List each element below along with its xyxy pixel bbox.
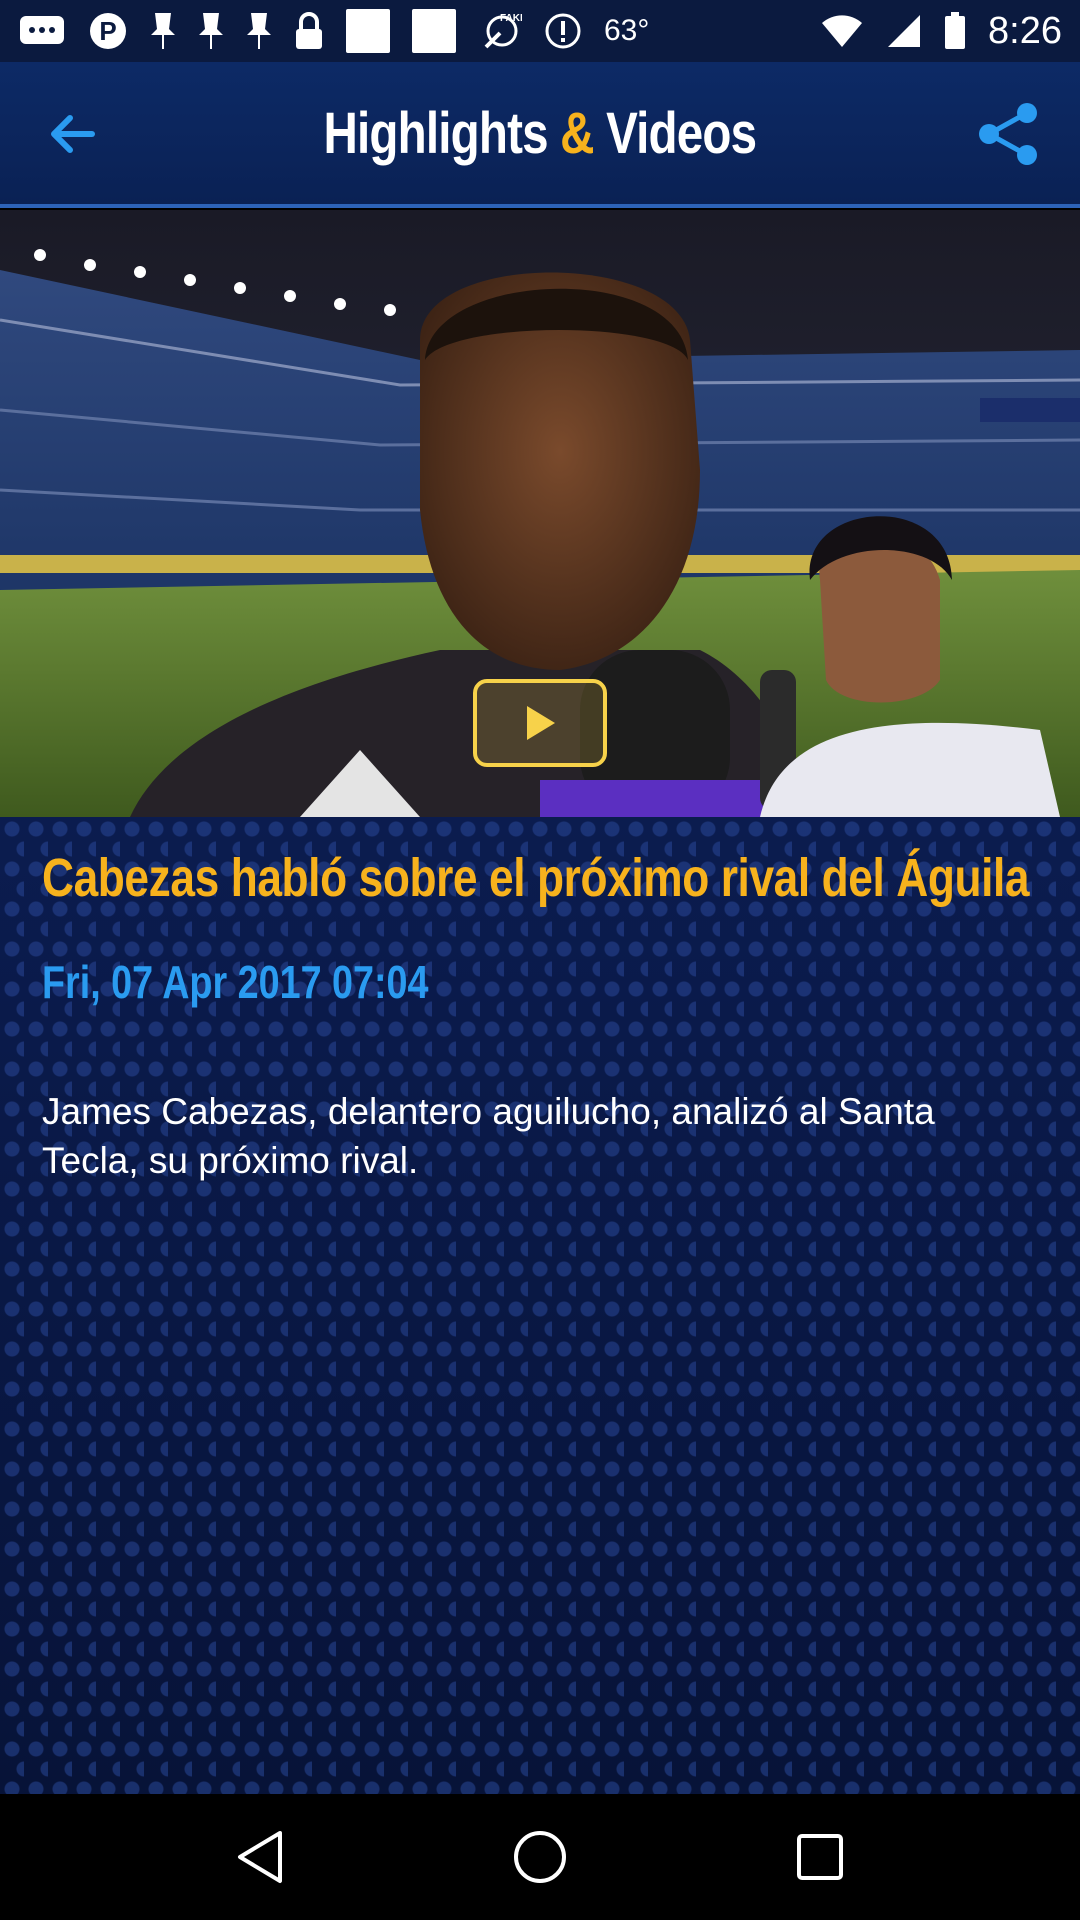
pin-icon xyxy=(150,11,176,51)
article-content: Cabezas habló sobre el próximo rival del… xyxy=(0,817,1080,1794)
app-header: Highlights & Videos xyxy=(0,62,1080,208)
pin-icon xyxy=(246,11,272,51)
system-nav-bar xyxy=(0,1794,1080,1920)
page-title: Highlights & Videos xyxy=(323,100,758,167)
nav-home-button[interactable] xyxy=(495,1812,585,1902)
image-icon xyxy=(346,9,390,53)
page-title-part2: Videos xyxy=(593,100,757,166)
share-icon xyxy=(979,103,1037,165)
fake-gps-icon: FAKE xyxy=(478,9,522,53)
svg-text:FAKE: FAKE xyxy=(500,13,522,24)
clock: 8:26 xyxy=(988,9,1062,52)
article-date: Fri, 07 Apr 2017 07:04 xyxy=(42,956,429,1008)
nav-recents-button[interactable] xyxy=(775,1812,865,1902)
status-bar: P FAKE 63° 8:26 xyxy=(0,0,1080,62)
lock-icon xyxy=(294,11,324,51)
nav-recents-icon xyxy=(797,1834,843,1880)
image-icon xyxy=(412,9,456,53)
nav-back-icon xyxy=(238,1831,282,1883)
article-title: Cabezas habló sobre el próximo rival del… xyxy=(42,848,1030,908)
play-icon xyxy=(527,706,555,740)
pinterest-icon: P xyxy=(88,11,128,51)
signal-icon xyxy=(886,13,922,49)
battery-icon xyxy=(944,12,966,50)
back-arrow-icon xyxy=(51,115,95,153)
play-button[interactable] xyxy=(473,679,607,767)
status-system: 8:26 xyxy=(820,10,1062,53)
nav-back-button[interactable] xyxy=(215,1812,305,1902)
svg-text:P: P xyxy=(99,16,116,46)
page-title-part1: Highlights xyxy=(323,100,561,166)
back-button[interactable] xyxy=(44,106,100,162)
info-icon xyxy=(544,12,582,50)
pin-icon xyxy=(198,11,224,51)
video-thumbnail[interactable] xyxy=(0,210,1080,817)
nav-home-icon xyxy=(514,1831,566,1883)
messages-icon xyxy=(18,14,66,48)
wifi-icon xyxy=(820,13,864,49)
page-title-ampersand: & xyxy=(560,100,594,166)
share-button[interactable] xyxy=(972,98,1044,170)
status-notifications: P FAKE 63° xyxy=(18,9,649,53)
temperature: 63° xyxy=(604,14,650,47)
article-body: James Cabezas, delantero aguilucho, anal… xyxy=(42,1091,935,1181)
